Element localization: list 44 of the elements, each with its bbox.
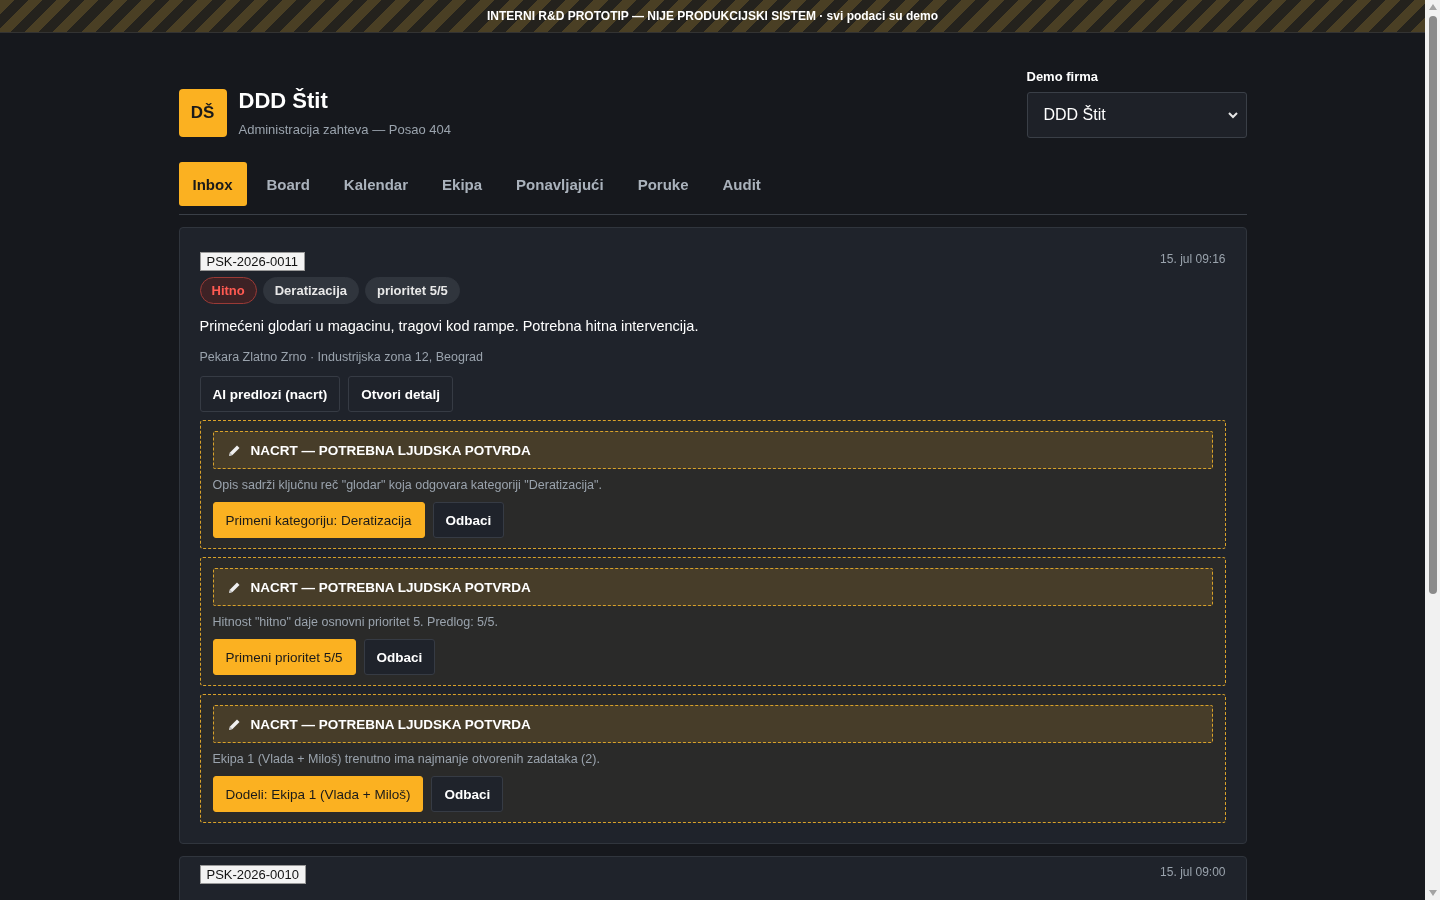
scrollbar-thumb[interactable] xyxy=(1428,16,1437,594)
nav-tab[interactable]: Audit xyxy=(708,162,775,206)
nav-tab[interactable]: Ekipa xyxy=(428,162,497,206)
draft-title: NACRT — POTREBNA LJUDSKA POTVRDA xyxy=(250,442,531,458)
nav-tab[interactable]: Board xyxy=(252,162,324,206)
dismiss-button[interactable]: Odbaci xyxy=(432,502,505,538)
select-label: Demo firma xyxy=(1026,69,1100,84)
dismiss-button[interactable]: Odbaci xyxy=(363,639,436,675)
action-button[interactable]: AI predlozi (nacrt) xyxy=(199,376,341,412)
timestamp: 15. jul 09:00 xyxy=(1160,865,1226,879)
action-button[interactable]: Otvori detalj xyxy=(348,376,454,412)
request-id: PSK-2026-0010 xyxy=(199,865,306,884)
company-select[interactable]: DDD Štit xyxy=(1026,92,1247,138)
nav-tab[interactable]: Ponavljajući xyxy=(502,162,618,206)
scroll-down-icon[interactable] xyxy=(1428,890,1437,896)
chevron-icon xyxy=(1227,111,1238,119)
page-subtitle: Administracija zahteva — Posao 404 xyxy=(238,122,451,137)
scrollbar[interactable] xyxy=(1425,0,1440,900)
scroll-up-icon[interactable] xyxy=(1428,4,1437,10)
tag: Hitno xyxy=(199,277,257,304)
draft-reason: Hitnost "hitno" daje osnovni prioritet 5. Predlog: 5/5. xyxy=(212,615,499,629)
tag: prioritet 5/5 xyxy=(365,277,460,304)
draft-title: NACRT — POTREBNA LJUDSKA POTVRDA xyxy=(250,716,531,732)
banner-text: INTERNI R&D PROTOTIP — NIJE PRODUKCIJSKI SISTEM · svi podaci su demo xyxy=(487,9,938,23)
apply-button[interactable]: Dodeli: Ekipa 1 (Vlada + Miloš) xyxy=(212,776,424,812)
client-location: Pekara Zlatno Zrno · Industrijska zona 12, Beograd xyxy=(199,350,484,364)
draft-reason: Ekipa 1 (Vlada + Miloš) trenutno ima najmanje otvorenih zadataka (2). xyxy=(212,752,601,766)
nav-tab[interactable]: Poruke xyxy=(623,162,703,206)
company-name: DDD Štit xyxy=(238,88,329,114)
request-id: PSK-2026-0011 xyxy=(199,252,306,271)
request-description: Primećeni glodari u magacinu, tragovi kod rampe. Potrebna hitna intervencija. xyxy=(199,318,700,334)
draft-reason: Opis sadrži ključnu reč "glodar" koja odgovara kategoriji "Deratizacija". xyxy=(212,478,603,492)
pencil-icon xyxy=(227,443,241,457)
nav-tab[interactable]: Kalendar xyxy=(329,162,423,206)
nav-tab[interactable]: Inbox xyxy=(178,162,247,206)
apply-button[interactable]: Primeni kategoriju: Deratizacija xyxy=(212,502,425,538)
pencil-icon xyxy=(227,580,241,594)
timestamp: 15. jul 09:16 xyxy=(1160,251,1226,266)
apply-button[interactable]: Primeni prioritet 5/5 xyxy=(212,639,356,675)
logo-badge: DŠ xyxy=(178,88,227,137)
dismiss-button[interactable]: Odbaci xyxy=(431,776,504,812)
pencil-icon xyxy=(227,717,241,731)
tag: Deratizacija xyxy=(262,277,359,304)
draft-title: NACRT — POTREBNA LJUDSKA POTVRDA xyxy=(250,579,531,595)
